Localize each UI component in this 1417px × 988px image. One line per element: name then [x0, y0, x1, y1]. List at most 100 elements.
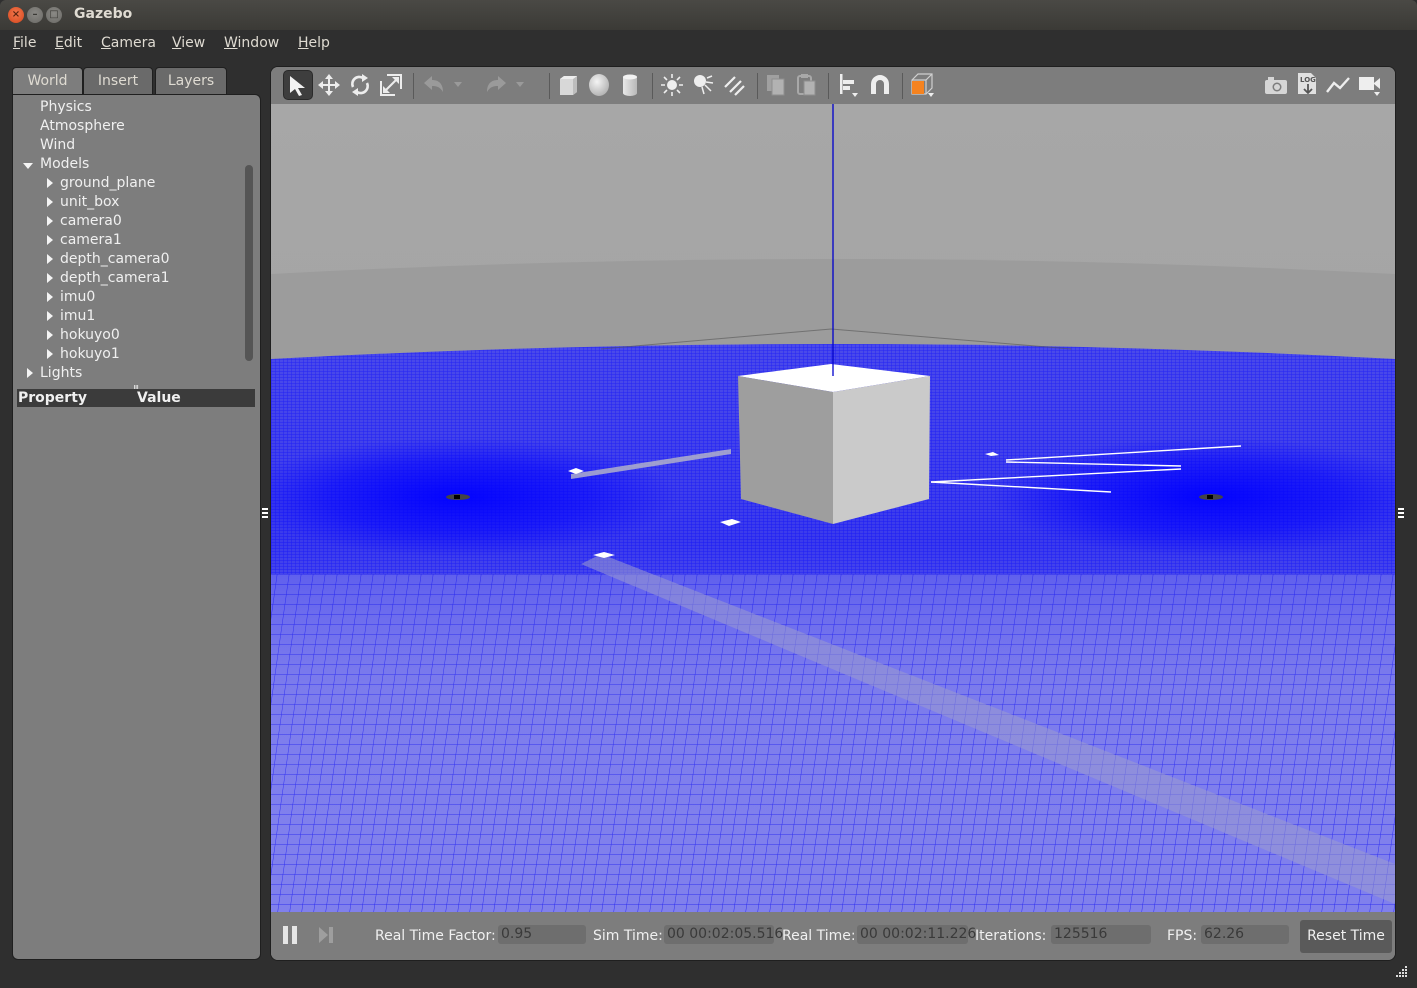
expand-arrow-right-icon[interactable] — [47, 216, 53, 226]
step-button[interactable] — [311, 920, 341, 950]
real-time-label: Real Time: — [782, 928, 856, 944]
select-mode-button[interactable] — [283, 70, 313, 100]
tree-item-model[interactable]: hokuyo0 — [60, 327, 120, 343]
tree-item-atmosphere[interactable]: Atmosphere — [40, 118, 125, 134]
menu-camera[interactable]: Camera — [101, 35, 156, 51]
undo-button[interactable] — [419, 70, 449, 100]
tree-item-model[interactable]: ground_plane — [60, 175, 155, 191]
window-minimize-button[interactable]: – — [27, 7, 43, 23]
plot-button[interactable] — [1323, 70, 1353, 100]
translate-icon — [318, 74, 340, 96]
menu-window[interactable]: Window — [224, 35, 279, 51]
scale-icon — [380, 74, 402, 96]
expand-arrow-right-icon[interactable] — [47, 197, 53, 207]
tree-item-model[interactable]: imu0 — [60, 289, 95, 305]
log-icon: LOG — [1298, 73, 1316, 95]
window-maximize-button[interactable]: □ — [46, 7, 62, 23]
snap-magnet-icon — [871, 75, 889, 94]
tree-item-model[interactable]: camera0 — [60, 213, 122, 229]
paste-button[interactable] — [792, 70, 822, 100]
expand-arrow-right-icon[interactable] — [47, 235, 53, 245]
3d-viewport[interactable] — [271, 104, 1395, 912]
expand-arrow-down-icon[interactable] — [23, 163, 33, 169]
tree-item-model[interactable]: imu1 — [60, 308, 95, 324]
redo-history-dropdown[interactable] — [513, 70, 527, 100]
real-time-value: 00 00:02:11.226 — [857, 925, 976, 944]
snap-button[interactable] — [865, 70, 895, 100]
svg-text:LOG: LOG — [1300, 76, 1316, 84]
world-panel: Physics Atmosphere Wind Models ground_pl… — [12, 94, 261, 960]
view-angle-button[interactable] — [907, 70, 937, 100]
right-splitter-handle[interactable] — [1398, 508, 1404, 522]
menu-help[interactable]: Help — [298, 35, 330, 51]
menu-file[interactable]: File — [13, 35, 36, 51]
iterations-label: Iterations: — [975, 928, 1047, 944]
expand-arrow-right-icon[interactable] — [47, 273, 53, 283]
select-arrow-icon — [290, 76, 305, 96]
sim-time-label: Sim Time: — [593, 928, 663, 944]
tree-item-lights[interactable]: Lights — [40, 365, 82, 381]
real-time-factor-label: Real Time Factor: — [375, 928, 496, 944]
resize-grip-icon[interactable] — [1396, 965, 1408, 977]
left-splitter-handle[interactable] — [262, 508, 268, 522]
tab-insert[interactable]: Insert — [83, 67, 153, 95]
insert-directional-light-button[interactable] — [719, 70, 749, 100]
copy-button[interactable] — [761, 70, 791, 100]
tree-item-model[interactable]: depth_camera0 — [60, 251, 170, 267]
scale-mode-button[interactable] — [376, 70, 406, 100]
expand-arrow-right-icon[interactable] — [47, 292, 53, 302]
tree-item-model[interactable]: unit_box — [60, 194, 119, 210]
reset-time-button[interactable]: Reset Time — [1300, 920, 1392, 953]
real-time-factor-value: 0.95 — [498, 925, 586, 944]
redo-button[interactable] — [481, 70, 511, 100]
chevron-down-icon — [516, 82, 524, 87]
screenshot-camera-icon — [1265, 77, 1287, 94]
tree-item-model[interactable]: hokuyo1 — [60, 346, 120, 362]
property-table-header: Property Value — [17, 389, 255, 407]
tab-world[interactable]: World — [12, 67, 83, 96]
toolbar: LOG — [271, 67, 1395, 104]
menu-view[interactable]: View — [172, 35, 205, 51]
expand-arrow-right-icon[interactable] — [47, 254, 53, 264]
expand-arrow-right-icon[interactable] — [27, 368, 33, 378]
video-record-button[interactable] — [1355, 70, 1385, 100]
log-button[interactable]: LOG — [1292, 70, 1322, 100]
insert-point-light-button[interactable] — [657, 70, 687, 100]
tree-item-model[interactable]: depth_camera1 — [60, 270, 170, 286]
window-title: Gazebo — [74, 6, 133, 22]
value-column-header[interactable]: Value — [137, 389, 181, 407]
tree-scrollbar[interactable] — [245, 165, 253, 361]
iterations-value: 125516 — [1051, 925, 1151, 944]
expand-arrow-right-icon[interactable] — [47, 330, 53, 340]
window-close-button[interactable]: × — [8, 7, 24, 23]
title-bar: × – □ Gazebo — [0, 0, 1417, 30]
fps-label: FPS: — [1167, 928, 1198, 944]
rotate-mode-button[interactable] — [345, 70, 375, 100]
sim-time-value: 00 00:02:05.516 — [664, 925, 783, 944]
tree-item-wind[interactable]: Wind — [40, 137, 75, 153]
screenshot-button[interactable] — [1261, 70, 1291, 100]
redo-icon — [487, 76, 506, 92]
plot-icon — [1326, 77, 1350, 93]
translate-mode-button[interactable] — [314, 70, 344, 100]
insert-box-button[interactable] — [553, 70, 583, 100]
unit-box-model — [738, 364, 930, 524]
align-button[interactable] — [834, 70, 864, 100]
property-column-header[interactable]: Property — [18, 389, 87, 407]
step-forward-icon — [319, 927, 333, 943]
insert-spot-light-button[interactable] — [688, 70, 718, 100]
insert-sphere-button[interactable] — [584, 70, 614, 100]
expand-arrow-right-icon[interactable] — [47, 178, 53, 188]
pause-button[interactable] — [275, 920, 305, 950]
tree-item-model[interactable]: camera1 — [60, 232, 122, 248]
scene-render — [271, 104, 1395, 912]
insert-cylinder-button[interactable] — [615, 70, 645, 100]
tree-item-physics[interactable]: Physics — [40, 99, 92, 115]
expand-arrow-right-icon[interactable] — [47, 311, 53, 321]
tab-layers[interactable]: Layers — [155, 67, 227, 95]
menu-edit[interactable]: Edit — [55, 35, 82, 51]
undo-history-dropdown[interactable] — [451, 70, 465, 100]
chevron-down-icon — [454, 82, 462, 87]
expand-arrow-right-icon[interactable] — [47, 349, 53, 359]
tree-item-models[interactable]: Models — [40, 156, 89, 172]
